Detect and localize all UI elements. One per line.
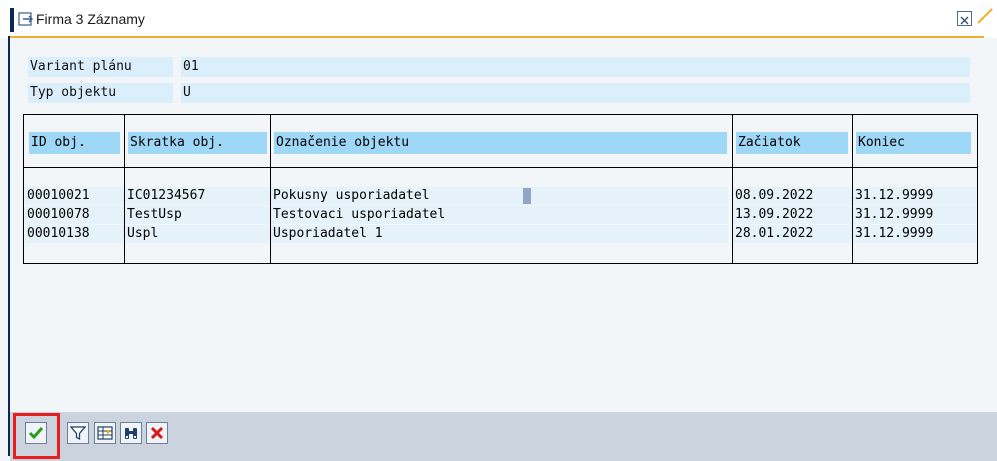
- title-accent: [10, 8, 14, 32]
- column-header-id[interactable]: ID obj.: [29, 132, 120, 154]
- cancel-button[interactable]: [146, 422, 168, 444]
- dialog-title: Firma 3 Záznamy: [36, 11, 145, 27]
- table-cell-end[interactable]: 31.12.9999: [853, 187, 976, 205]
- table-cell-short[interactable]: Uspl: [125, 225, 270, 243]
- confirm-highlight-box: [13, 413, 60, 459]
- new-entry-button[interactable]: [94, 422, 116, 444]
- column-header-end[interactable]: Koniec: [856, 132, 971, 154]
- dialog-titlebar: Firma 3 Záznamy: [0, 0, 997, 38]
- close-button[interactable]: [957, 11, 972, 26]
- left-border: [8, 36, 10, 456]
- column-header-description[interactable]: Označenie objektu: [274, 132, 727, 154]
- table-cell-id[interactable]: 00010138: [25, 225, 124, 243]
- text-cursor: [523, 188, 531, 204]
- close-icon: [960, 16, 969, 25]
- header-divider: [24, 167, 977, 168]
- table-cell-end[interactable]: 31.12.9999: [853, 206, 976, 224]
- cancel-icon: [150, 426, 164, 440]
- table-cell-start[interactable]: 13.09.2022: [733, 206, 852, 224]
- table-cell-description[interactable]: Pokusny usporiadatel: [271, 187, 728, 205]
- table-cell-end[interactable]: 31.12.9999: [853, 225, 976, 243]
- results-table: ID obj. Skratka obj. Označenie objektu Z…: [23, 114, 978, 264]
- table-cell-short[interactable]: IC01234567: [125, 187, 270, 205]
- table-cell-start[interactable]: 08.09.2022: [733, 187, 852, 205]
- new-entry-icon: [97, 426, 113, 440]
- dialog-icon: [18, 12, 33, 26]
- column-header-short[interactable]: Skratka obj.: [128, 132, 267, 154]
- filter-button[interactable]: [67, 422, 89, 444]
- find-button[interactable]: [120, 422, 142, 444]
- table-cell-start[interactable]: 28.01.2022: [733, 225, 852, 243]
- table-cell-short[interactable]: TestUsp: [125, 206, 270, 224]
- field-value-variant: 01: [181, 57, 970, 77]
- table-cell-id[interactable]: 00010021: [25, 187, 124, 205]
- table-cell-id[interactable]: 00010078: [25, 206, 124, 224]
- table-cell-description[interactable]: Usporiadatel 1: [271, 225, 728, 243]
- filter-icon: [70, 426, 86, 441]
- title-underline: [10, 36, 984, 38]
- field-label-type: Typ objektu: [28, 83, 173, 103]
- column-header-start[interactable]: Začiatok: [736, 132, 848, 154]
- table-cell-description[interactable]: Testovaci usporiadatel: [271, 206, 728, 224]
- field-value-type: U: [181, 83, 970, 103]
- binoculars-icon: [125, 428, 137, 439]
- field-label-variant: Variant plánu: [28, 57, 173, 77]
